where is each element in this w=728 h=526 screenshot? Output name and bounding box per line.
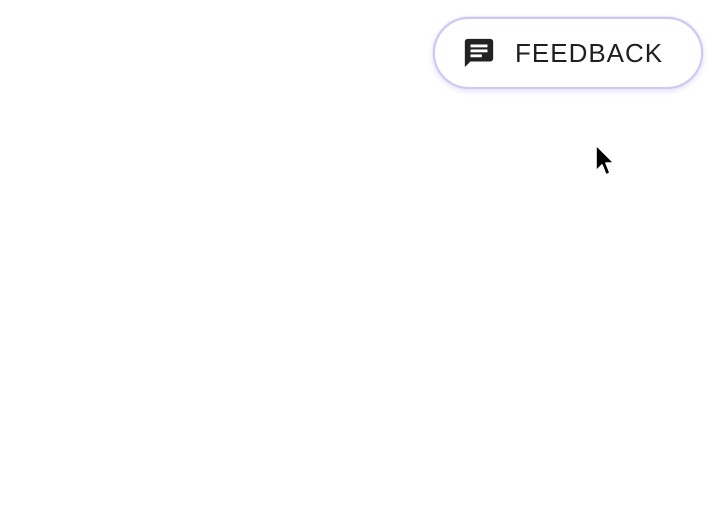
feedback-button[interactable]: FEEDBACK	[433, 17, 703, 89]
page: FEEDBACK	[0, 0, 728, 526]
mouse-pointer-icon	[594, 144, 618, 178]
feedback-chat-icon	[461, 35, 497, 71]
feedback-label: FEEDBACK	[515, 37, 664, 68]
